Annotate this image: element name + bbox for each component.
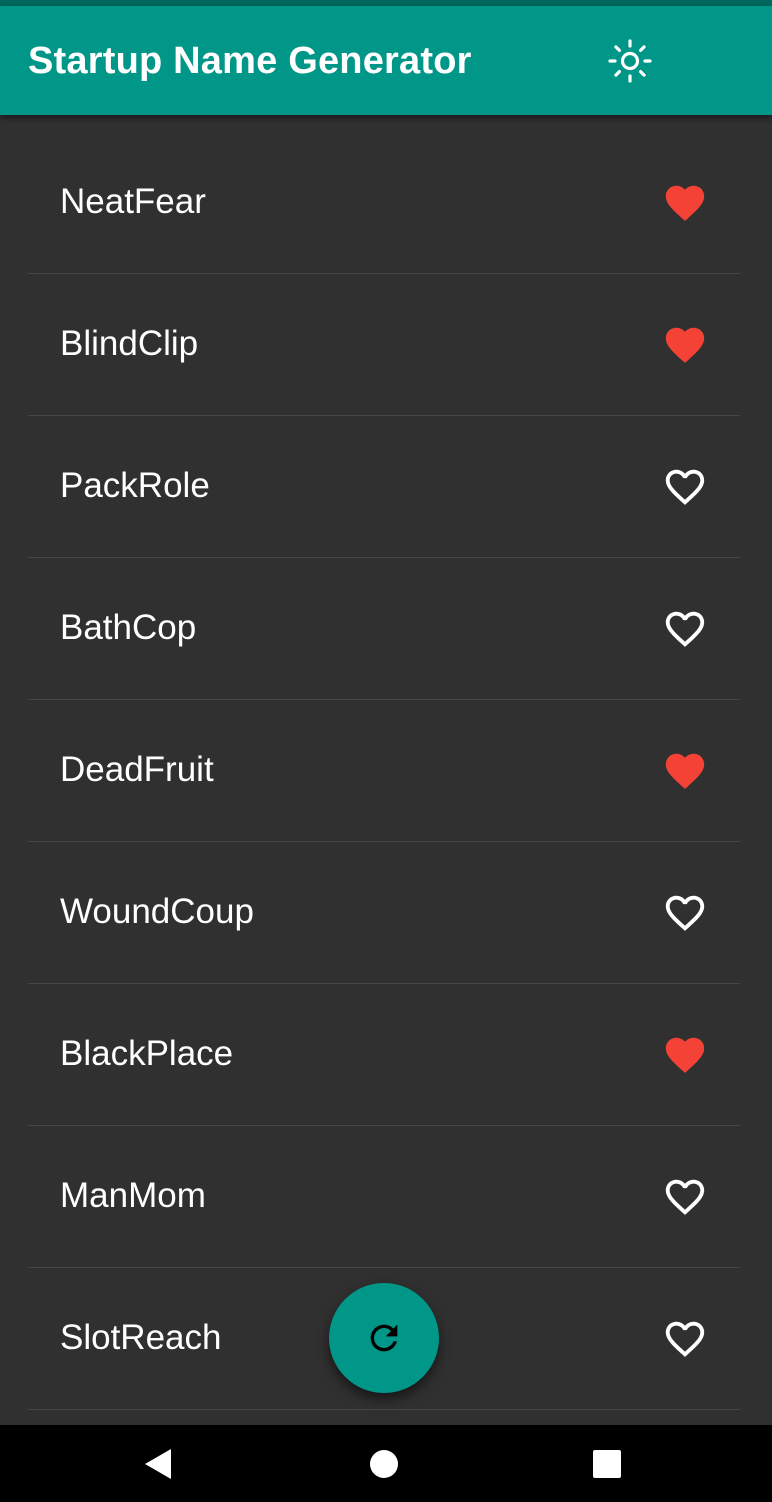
brightness-icon <box>608 39 652 83</box>
nav-back-button[interactable] <box>133 1439 183 1489</box>
recents-icon <box>593 1450 621 1478</box>
app-screen: Startup Name Generator NeatFear BlindCli… <box>0 0 772 1502</box>
favorite-outline-icon[interactable] <box>662 464 708 510</box>
startup-name-label: PackRole <box>60 466 210 505</box>
startup-name-label: BlackPlace <box>60 1034 234 1073</box>
list-item[interactable]: BlackPlace <box>28 984 740 1126</box>
back-icon <box>145 1449 171 1479</box>
list-item[interactable]: BathCop <box>28 558 740 700</box>
system-navigation-bar <box>0 1425 772 1502</box>
app-bar: Startup Name Generator <box>0 6 772 115</box>
startup-name-label: SlotReach <box>60 1318 222 1357</box>
refresh-button[interactable] <box>329 1283 439 1393</box>
startup-name-label: ManMom <box>60 1176 206 1215</box>
startup-name-label: BathCop <box>60 608 197 647</box>
favorite-outline-icon[interactable] <box>662 1316 708 1362</box>
home-icon <box>370 1450 398 1478</box>
theme-toggle-button[interactable] <box>600 31 660 91</box>
favorite-outline-icon[interactable] <box>662 1174 708 1220</box>
list-item[interactable]: DeadFruit <box>28 700 740 842</box>
saved-list-button[interactable] <box>694 138 772 198</box>
name-list: NeatFear BlindClip PackRole BathCop DeadFrui… <box>28 132 740 1410</box>
favorite-outline-icon[interactable] <box>662 890 708 936</box>
favorite-outline-icon[interactable] <box>662 606 708 652</box>
favorite-filled-icon[interactable] <box>662 1032 708 1078</box>
list-item[interactable]: NeatFear <box>28 132 740 274</box>
startup-name-label: WoundCoup <box>60 892 254 931</box>
list-item[interactable]: WoundCoup <box>28 842 740 984</box>
refresh-icon <box>370 1324 398 1352</box>
startup-name-label: NeatFear <box>60 182 206 221</box>
nav-recents-button[interactable] <box>582 1439 632 1489</box>
list-item[interactable]: PackRole <box>28 416 740 558</box>
nav-home-button[interactable] <box>359 1439 409 1489</box>
list-item[interactable]: ManMom <box>28 1126 740 1268</box>
favorite-filled-icon[interactable] <box>662 322 708 368</box>
startup-name-label: BlindClip <box>60 324 199 363</box>
favorite-filled-icon[interactable] <box>662 748 708 794</box>
startup-name-label: DeadFruit <box>60 750 214 789</box>
app-title: Startup Name Generator <box>28 40 472 82</box>
list-item[interactable]: BlindClip <box>28 274 740 416</box>
